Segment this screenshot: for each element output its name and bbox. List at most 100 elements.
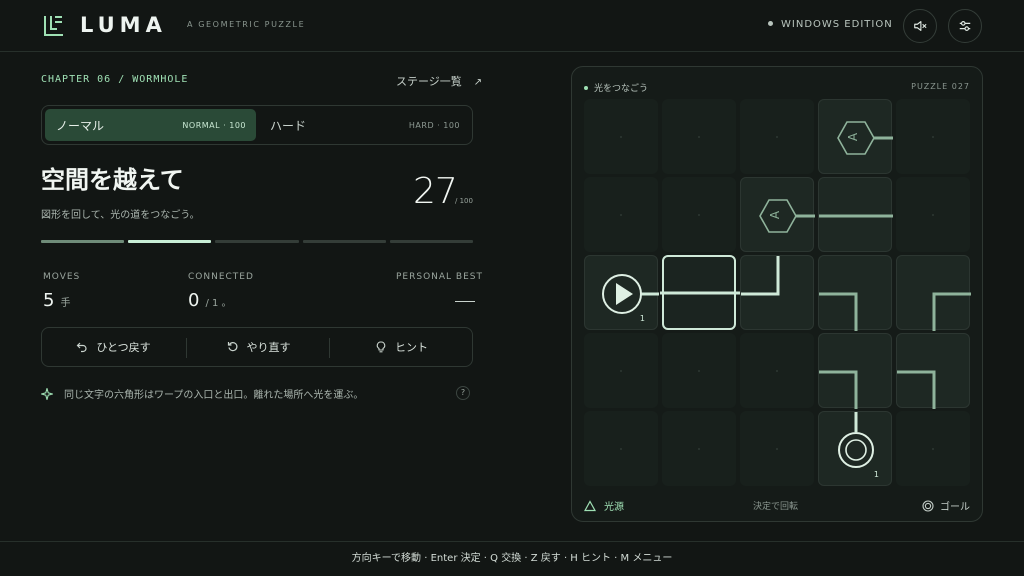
pipe-corner-icon (932, 292, 971, 331)
goal-target-icon (838, 412, 874, 468)
progress-segment (389, 240, 473, 243)
luma-logo-icon (44, 16, 63, 36)
brand-tagline: A GEOMETRIC PUZZLE (187, 20, 306, 29)
goal-count: 1 (873, 470, 879, 479)
cell-dot (620, 214, 622, 216)
pipe-corner-tile[interactable] (896, 333, 970, 409)
triangle-icon (584, 499, 596, 511)
difficulty-normal-tab[interactable]: ノーマル NORMAL · 100 (45, 109, 256, 141)
board-objective-text: 光をつなごう (594, 84, 649, 94)
difficulty-hard-tab[interactable]: ハード HARD · 100 (259, 109, 470, 141)
cell-dot (620, 448, 622, 450)
pipe-straight-tile[interactable] (818, 177, 893, 252)
connected-counter: 0 / 1 。 (188, 290, 232, 311)
warp-tile[interactable]: A (818, 99, 893, 174)
edition-dot (768, 20, 773, 26)
grid-cell-empty[interactable] (584, 411, 658, 486)
legend-goal: ゴール (922, 498, 970, 513)
cell-dot (698, 136, 700, 138)
difficulty-normal-label: ノーマル (56, 119, 105, 133)
legend-goal-label: ゴール (940, 502, 970, 513)
cell-dot (776, 448, 778, 450)
grid-cell-empty[interactable] (740, 333, 814, 408)
undo-button[interactable]: ひとつ戻す (42, 328, 185, 366)
cell-dot (620, 136, 622, 138)
grid-cell-empty[interactable] (662, 411, 736, 486)
difficulty-normal-count: NORMAL · 100 (182, 121, 246, 130)
connected-label: CONNECTED (188, 272, 254, 282)
stage-list-label: ステージ一覧 (396, 75, 462, 88)
board-objective: 光をつなごう (584, 81, 648, 94)
stage-title: 空間を越えて (41, 166, 184, 194)
reset-label: やり直す (246, 341, 291, 354)
puzzle-board: 光をつなごう PUZZLE 027 A A 1 1 光源 決定で回転 ゴール (571, 66, 983, 522)
cell-dot (698, 448, 700, 450)
external-arrow-icon: ↗ (473, 77, 483, 88)
light-source-tile[interactable]: 1 (584, 255, 659, 330)
grid-cell-empty[interactable] (896, 411, 970, 486)
lightbulb-icon (376, 341, 386, 353)
goal-tile[interactable]: 1 (818, 411, 892, 486)
personal-best-empty (455, 301, 475, 302)
help-button[interactable]: ? (456, 386, 470, 400)
stage-subtitle: 図形を回して、光の道をつなごう。 (41, 210, 200, 221)
grid-cell-empty[interactable] (740, 411, 814, 486)
reset-icon (227, 342, 237, 352)
warp-tile[interactable]: A (740, 177, 815, 252)
undo-label: ひとつ戻す (96, 341, 151, 354)
pipe-corner-icon (897, 370, 936, 409)
hint-button[interactable]: ヒント (330, 328, 473, 366)
pipe-corner-icon (819, 292, 858, 331)
keyboard-controls-hint: 方向キーで移動 · Enter 決定 · Q 交換 · Z 戻す · H ヒント… (0, 541, 1024, 576)
rule-hint-text: 同じ文字の六角形はワープの入口と出口。離れた場所へ光を運ぶ。 (64, 390, 364, 401)
legend-source-label: 光源 (604, 502, 624, 513)
settings-button[interactable] (948, 9, 982, 43)
grid-cell-empty[interactable] (896, 177, 970, 252)
reset-button[interactable]: やり直す (187, 328, 330, 366)
progress-segment (41, 240, 125, 243)
grid-cell-empty[interactable] (584, 99, 658, 174)
cell-dot (698, 370, 700, 372)
grid-cell-empty[interactable] (662, 333, 736, 408)
warp-letter: A (768, 210, 783, 220)
pipe-corner-tile[interactable] (818, 333, 892, 409)
cell-dot (932, 136, 934, 138)
progress-segment-current (128, 240, 212, 243)
sound-muted-icon (914, 21, 927, 31)
moves-counter: 5手 (43, 290, 70, 311)
action-bar: ひとつ戻す やり直す ヒント (41, 327, 473, 367)
warp-letter: A (846, 132, 861, 142)
puzzle-number: PUZZLE 027 (911, 82, 970, 91)
stage-list-link[interactable]: ステージ一覧 ↗ (396, 73, 482, 89)
hint-label: ヒント (395, 341, 428, 354)
cell-dot (620, 370, 622, 372)
pipe-corner-icon (819, 370, 858, 409)
selected-tile[interactable] (660, 255, 742, 330)
pipe-corner-tile[interactable] (818, 255, 892, 331)
grid-cell-empty[interactable] (662, 177, 736, 252)
top-bar: LUMA A GEOMETRIC PUZZLE WINDOWS EDITION (0, 0, 1024, 52)
cell-dot (698, 214, 700, 216)
target-icon (922, 499, 934, 512)
mute-button[interactable] (903, 9, 937, 43)
grid-cell-empty[interactable] (662, 99, 736, 174)
personal-best-label: PERSONAL BEST (396, 272, 483, 282)
stage-number: 27 (413, 171, 458, 212)
grid-cell-empty[interactable] (584, 177, 658, 252)
chapter-label: CHAPTER 06 / WORMHOLE (41, 74, 189, 85)
grid-cell-empty[interactable] (896, 99, 970, 174)
stage-total: / 100 (455, 197, 473, 205)
play-icon (602, 274, 659, 314)
puzzle-grid: A A 1 1 (584, 99, 972, 489)
sparkle-icon (41, 387, 53, 400)
pipe-corner-tile[interactable] (740, 255, 814, 330)
moves-label: MOVES (43, 272, 81, 282)
grid-cell-empty[interactable] (740, 99, 814, 174)
pipe-corner-tile[interactable] (896, 255, 971, 331)
cell-dot (776, 370, 778, 372)
cell-dot (932, 448, 934, 450)
moves-unit: 手 (60, 298, 71, 309)
pipe-corner-lit-icon (741, 256, 780, 296)
grid-cell-empty[interactable] (584, 333, 658, 408)
progress-segment (302, 240, 386, 243)
